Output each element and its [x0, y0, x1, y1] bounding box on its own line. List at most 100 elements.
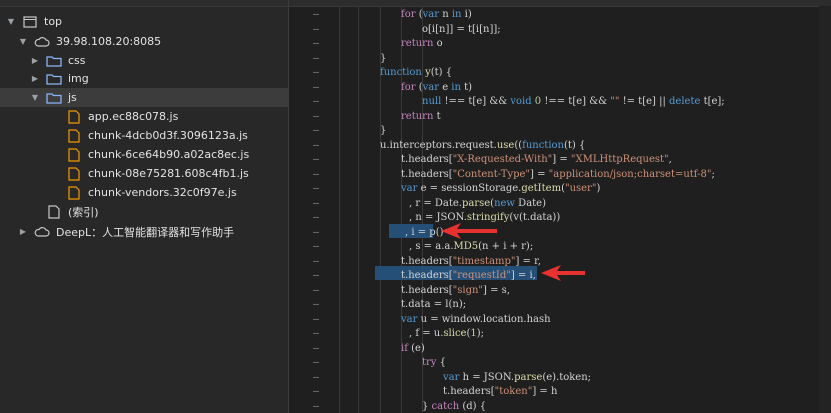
- code-token: ] =: [530, 168, 549, 180]
- code-token: n: [439, 9, 452, 20]
- tree-item-app-ec88c078-js[interactable]: app.ec88c078.js: [0, 107, 288, 126]
- code-line[interactable]: null !== t[e] && void 0 !== t[e] && "" !…: [422, 95, 725, 109]
- code-line[interactable]: return t: [401, 110, 441, 124]
- code-token: "timestamp": [452, 255, 516, 267]
- js-file-icon: [66, 147, 82, 162]
- gutter-marker[interactable]: –: [313, 67, 319, 78]
- tree-item-label: chunk-4dcb0d3f.3096123a.js: [88, 129, 248, 142]
- code-line[interactable]: for (var n in i): [401, 8, 472, 22]
- code-line[interactable]: function y(t) {: [380, 66, 452, 80]
- chevron-down-icon[interactable]: ▼: [30, 93, 40, 103]
- code-token: u.interceptors.request.: [380, 139, 497, 151]
- code-line[interactable]: }: [380, 52, 386, 66]
- code-line[interactable]: t.headers["token"] = h: [443, 385, 557, 399]
- gutter-marker[interactable]: –: [313, 125, 319, 136]
- gutter-marker[interactable]: –: [313, 241, 319, 252]
- code-token: "X-Requested-With": [452, 154, 553, 165]
- gutter-marker[interactable]: –: [313, 314, 319, 325]
- gutter-marker[interactable]: –: [313, 357, 319, 368]
- document-icon: [46, 204, 62, 219]
- gutter-marker[interactable]: –: [313, 183, 319, 194]
- code-token: function: [380, 67, 422, 78]
- code-line[interactable]: if (e): [401, 342, 425, 356]
- code-line[interactable]: var h = JSON.parse(e).token;: [443, 371, 591, 385]
- gutter-marker[interactable]: –: [313, 328, 319, 339]
- gutter-marker[interactable]: –: [313, 9, 319, 20]
- code-line[interactable]: try {: [422, 356, 446, 370]
- gutter-marker[interactable]: –: [313, 212, 319, 223]
- code-line[interactable]: t.headers["sign"] = s,: [401, 284, 510, 298]
- gutter-marker[interactable]: –: [313, 96, 319, 107]
- gutter-marker[interactable]: –: [313, 53, 319, 64]
- gutter-marker[interactable]: –: [313, 256, 319, 267]
- code-token: slice: [443, 328, 467, 339]
- chevron-right-icon[interactable]: ▶: [18, 227, 28, 237]
- code-token: (t) {: [564, 139, 586, 151]
- gutter-marker[interactable]: –: [313, 343, 319, 354]
- code-token: e: [439, 81, 452, 93]
- code-token: parse: [461, 197, 491, 209]
- gutter-marker[interactable]: –: [313, 386, 319, 397]
- code-line[interactable]: u.interceptors.request.use((function(t) …: [380, 139, 585, 153]
- code-token: t.headers[: [401, 270, 453, 281]
- code-line[interactable]: , f = u.slice(1);: [409, 327, 484, 341]
- code-line[interactable]: }: [380, 124, 386, 138]
- gutter-marker[interactable]: –: [313, 82, 319, 93]
- editor-scrollbar[interactable]: [819, 6, 831, 413]
- tree-item-chunk-08e75281-608c4fb1-js[interactable]: chunk-08e75281.608c4fb1.js: [0, 164, 288, 183]
- tree-item-top[interactable]: ▼ top: [0, 12, 288, 31]
- code-token: (: [415, 9, 423, 20]
- gutter-marker[interactable]: –: [313, 140, 319, 151]
- chevron-right-icon[interactable]: ▶: [30, 56, 40, 66]
- gutter-marker[interactable]: –: [313, 154, 319, 165]
- gutter-marker[interactable]: –: [313, 111, 319, 122]
- gutter-marker[interactable]: –: [313, 227, 319, 238]
- gutter-marker[interactable]: –: [313, 401, 319, 412]
- code-line[interactable]: o[i[n]] = t[i[n]];: [422, 23, 501, 37]
- code-token: {: [436, 357, 446, 368]
- code-token: , i = p(): [405, 226, 444, 238]
- code-token: function: [522, 139, 564, 151]
- code-line[interactable]: var u = window.location.hash: [401, 313, 551, 327]
- code-token: (d) {: [459, 400, 487, 412]
- chevron-down-icon[interactable]: ▼: [6, 17, 16, 27]
- code-line[interactable]: , r = Date.parse(new Date): [409, 197, 546, 211]
- code-line[interactable]: , i = p(): [405, 226, 444, 240]
- red-arrow-annotation: [441, 223, 497, 239]
- chevron-right-icon[interactable]: ▶: [30, 74, 40, 84]
- code-line[interactable]: t.headers["timestamp"] = r,: [401, 255, 541, 269]
- code-line[interactable]: var e = sessionStorage.getItem("user"): [401, 182, 600, 196]
- tree-item-39-98-108-20-8085[interactable]: ▼ 39.98.108.20:8085: [0, 32, 288, 51]
- tree-item-chunk-vendors-32c0f97e-js[interactable]: chunk-vendors.32c0f97e.js: [0, 183, 288, 202]
- folder-icon: [46, 91, 62, 105]
- cloud-icon: [34, 35, 50, 49]
- gutter-marker[interactable]: –: [313, 169, 319, 180]
- indent-guide: [339, 6, 340, 413]
- gutter-marker[interactable]: –: [313, 24, 319, 35]
- tree-item-deepl[interactable]: ▶ DeepL：人工智能翻译器和写作助手: [0, 222, 288, 241]
- gutter-marker[interactable]: –: [313, 198, 319, 209]
- gutter-marker[interactable]: –: [313, 299, 319, 310]
- chevron-down-icon[interactable]: ▼: [18, 37, 28, 47]
- code-line[interactable]: , s = a.a.MD5(n + i + r);: [409, 240, 533, 254]
- tree-item-css[interactable]: ▶ css: [0, 51, 288, 70]
- code-line[interactable]: t.headers["Content-Type"] = "application…: [401, 168, 715, 182]
- tree-item-img[interactable]: ▶ img: [0, 69, 288, 88]
- code-line[interactable]: return o: [401, 37, 443, 51]
- code-line[interactable]: for (var e in t): [401, 81, 472, 95]
- tree-item-js[interactable]: ▼ js: [0, 88, 288, 107]
- code-line[interactable]: } catch (d) {: [422, 400, 486, 413]
- code-token: new: [494, 197, 515, 209]
- gutter-marker[interactable]: –: [313, 285, 319, 296]
- gutter-marker[interactable]: –: [313, 270, 319, 281]
- tree-item-[interactable]: (索引): [0, 202, 288, 221]
- code-line[interactable]: t.data = l(n);: [401, 298, 466, 312]
- tree-item-chunk-4dcb0d3f-3096123a-js[interactable]: chunk-4dcb0d3f.3096123a.js: [0, 126, 288, 145]
- code-line[interactable]: t.headers["X-Requested-With"] = "XMLHttp…: [401, 153, 672, 167]
- gutter-marker[interactable]: –: [313, 38, 319, 49]
- js-file-icon: [66, 128, 82, 143]
- tree-item-chunk-6ce64b90-a02ac8ec-js[interactable]: chunk-6ce64b90.a02ac8ec.js: [0, 145, 288, 164]
- gutter-marker[interactable]: –: [313, 372, 319, 383]
- code-line[interactable]: t.headers["requestId"] = i,: [401, 269, 536, 283]
